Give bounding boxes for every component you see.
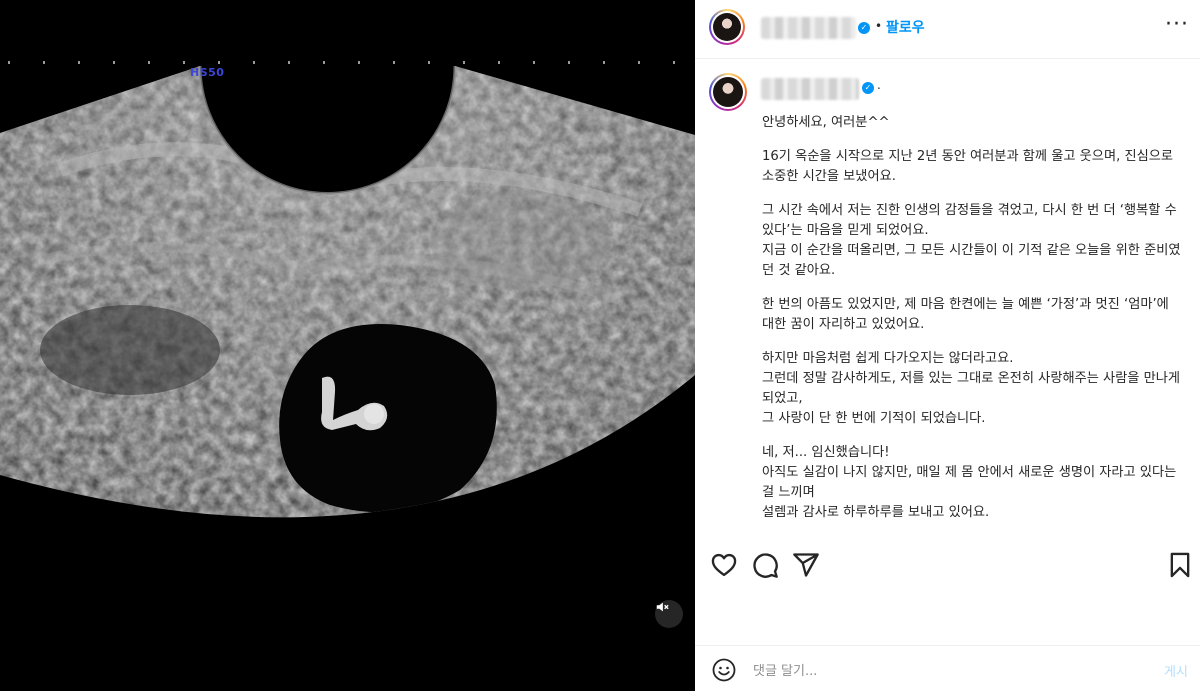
ultrasound-fan <box>0 66 695 518</box>
scale-ticks <box>8 61 675 64</box>
speaker-muted-icon <box>656 602 669 612</box>
verified-badge-icon: ✓ <box>858 22 870 34</box>
post-comment-button[interactable]: 게시 <box>1164 661 1188 680</box>
ultrasound-image <box>0 61 695 518</box>
caption-username-blurred[interactable] <box>761 78 859 100</box>
caption-paragraph: 16기 옥순을 시작으로 지난 2년 동안 여러분과 함께 울고 웃으며, 진심… <box>762 149 1173 184</box>
avatar[interactable] <box>709 9 745 45</box>
username-blurred[interactable] <box>761 17 856 39</box>
comment-input[interactable] <box>751 659 1135 683</box>
mute-button[interactable] <box>655 600 683 628</box>
caption-paragraph: 그 시간 속에서 저는 진한 인생의 감정들을 겪었고, 다시 한 번 더 ‘행… <box>762 203 1181 278</box>
share-icon[interactable] <box>792 551 820 579</box>
bookmark-icon[interactable] <box>1166 551 1194 579</box>
caption-paragraph: 네, 저... 임신했습니다! 아직도 실감이 나지 않지만, 매일 제 몸 안… <box>762 445 1177 520</box>
verified-badge-icon: ✓ <box>862 82 874 94</box>
post-actions <box>695 545 1200 585</box>
header-separator: • <box>875 19 883 33</box>
caption-paragraph: 안녕하세요, 여러분^^ <box>762 115 890 130</box>
smiley-icon[interactable] <box>712 658 736 682</box>
more-options-button[interactable]: ··· <box>1165 12 1189 37</box>
caption-paragraph: 한 번의 아픔도 있었지만, 제 마음 한켠에는 늘 예쁜 ‘가정’과 멋진 ‘… <box>762 297 1169 332</box>
caption-paragraph: 하지만 마음처럼 쉽게 다가오지는 않더라고요. 그런데 정말 감사하게도, 저… <box>762 351 1181 426</box>
post-panel: ✓ • 팔로우 ··· ✓ . 안녕하세요, 여러분^^ 16기 옥순을 시작으… <box>695 0 1200 691</box>
post-media[interactable]: HS50 <box>0 0 695 691</box>
comment-bar: 게시 <box>695 645 1200 692</box>
post-header: ✓ • 팔로우 ··· <box>695 0 1200 59</box>
follow-button[interactable]: 팔로우 <box>886 17 925 37</box>
caption-avatar[interactable] <box>709 73 747 111</box>
comment-icon[interactable] <box>751 551 779 579</box>
heart-icon[interactable] <box>710 551 738 579</box>
caption-separator: . <box>877 78 881 92</box>
scan-device-label: HS50 <box>190 66 225 79</box>
post-caption: 안녕하세요, 여러분^^ 16기 옥순을 시작으로 지난 2년 동안 여러분과 … <box>762 113 1182 537</box>
